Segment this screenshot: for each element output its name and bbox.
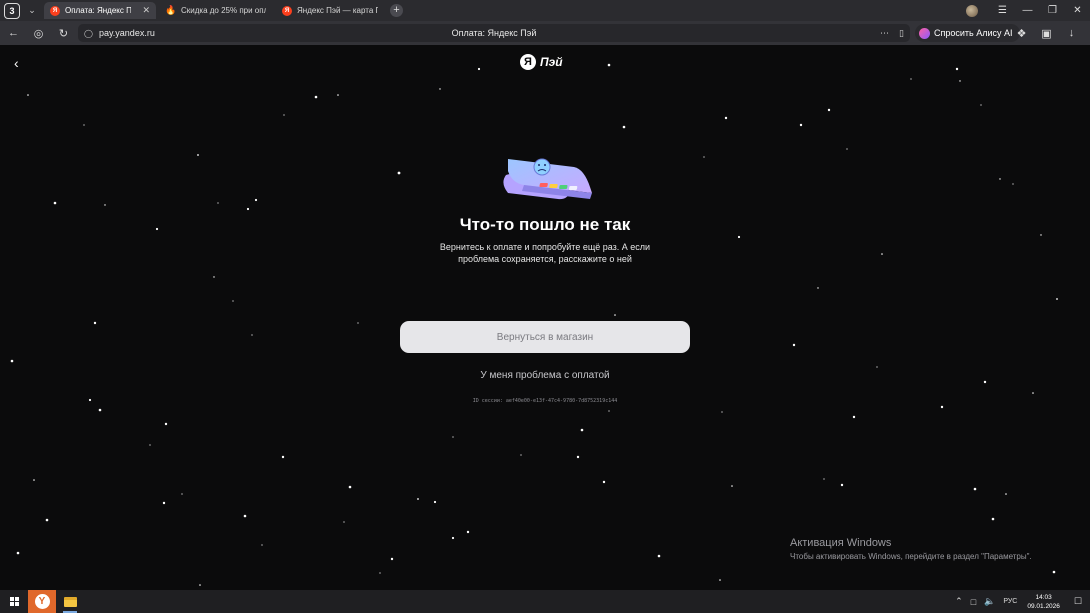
volume-icon[interactable]: 🔈 — [980, 596, 999, 607]
tab-title: Скидка до 25% при оплат — [181, 6, 266, 15]
download-icon[interactable]: ↓ — [1059, 27, 1084, 39]
extensions-icon[interactable]: ❖ — [1009, 27, 1034, 40]
menu-icon[interactable]: ☰ — [990, 5, 1015, 16]
network-icon[interactable]: □ — [967, 597, 980, 607]
bookmark-icon[interactable]: ▯ — [899, 28, 904, 39]
sad-terminal-icon — [503, 158, 592, 200]
more-icon[interactable]: ⋯ — [880, 28, 889, 39]
address-tools: ❖ ▣ ↓ — [1009, 21, 1084, 45]
clock[interactable]: 14:03 09.01.2026 — [1021, 593, 1066, 611]
back-chevron-icon[interactable]: ‹ — [14, 55, 28, 71]
windows-activation-watermark: Активация Windows Чтобы активировать Win… — [790, 537, 1032, 561]
clock-date: 09.01.2026 — [1027, 602, 1060, 610]
back-arrow-icon[interactable]: ← — [1, 27, 26, 39]
lock-icon[interactable]: ◯ — [84, 29, 93, 38]
avatar[interactable] — [966, 4, 978, 17]
taskbar-file-explorer[interactable] — [56, 590, 84, 613]
yandex-icon: Я — [50, 5, 60, 16]
tab-title: Яндекс Пэй — карта Пэй с — [297, 6, 378, 15]
close-icon[interactable]: ✕ — [142, 5, 150, 16]
watermark-title: Активация Windows — [790, 537, 892, 549]
return-to-shop-button[interactable]: Вернуться в магазин — [400, 321, 690, 353]
alice-icon — [919, 27, 930, 39]
tab-title: Оплата: Яндекс Пэй — [65, 6, 132, 15]
chevron-down-icon[interactable]: ⌄ — [24, 3, 40, 19]
address-bar: ← ◎ ↻ ◯ pay.yandex.ru Оплата: Яндекс Пэй… — [0, 21, 1090, 45]
minimize-icon[interactable]: — — [1015, 5, 1040, 16]
notifications-icon[interactable]: ☐ — [1066, 596, 1090, 607]
session-id: ID сессии: aef40e00-e13f-47c4-9780-7d875… — [472, 398, 618, 404]
window-controls: ☰ — ❐ ✕ — [966, 0, 1090, 21]
url-page-title: Оплата: Яндекс Пэй — [451, 28, 537, 38]
url-text[interactable]: pay.yandex.ru — [99, 28, 155, 38]
language-indicator[interactable]: РУС — [999, 598, 1021, 605]
ask-alice-label: Спросить Алису AI — [934, 28, 1013, 38]
yandex-browser-icon: Y — [34, 594, 50, 609]
url-field[interactable]: ◯ pay.yandex.ru Оплата: Яндекс Пэй ⋯ ▯ — [78, 24, 910, 42]
url-actions: ⋯ ▯ — [880, 28, 904, 39]
start-button[interactable] — [0, 590, 28, 613]
flame-icon: 🔥 — [165, 5, 177, 15]
logo-text: Пэй — [540, 55, 563, 69]
taskbar: Y ⌃ □ 🔈 РУС 14:03 09.01.2026 ☐ — [0, 590, 1090, 613]
tab-counter[interactable]: 3 — [4, 2, 20, 19]
reload-icon[interactable]: ↻ — [51, 27, 76, 40]
error-description: Вернитесь к оплате и попробуйте ещё раз.… — [439, 242, 651, 264]
tab-payment[interactable]: Я Оплата: Яндекс Пэй ✕ — [44, 2, 156, 19]
logo-letter: Я — [520, 54, 536, 70]
error-title: Что-то пошло не так — [459, 215, 631, 234]
collections-icon[interactable]: ▣ — [1034, 27, 1059, 40]
taskbar-yandex-browser[interactable]: Y — [28, 590, 56, 613]
starfield-background — [10, 63, 1058, 586]
yandex-pay-logo: Я Пэй — [520, 53, 563, 71]
clock-time: 14:03 — [1035, 593, 1052, 601]
close-window-icon[interactable]: ✕ — [1065, 5, 1090, 16]
chevron-up-icon[interactable]: ⌃ — [951, 596, 967, 607]
tab-discount[interactable]: 🔥 Скидка до 25% при оплат — [160, 2, 272, 19]
protect-icon[interactable]: ◎ — [26, 27, 51, 40]
folder-icon — [63, 596, 77, 607]
page-content: ‹ Я Пэй Что-то пошло не так Вернитесь к … — [0, 45, 1090, 590]
windows-icon — [9, 597, 19, 606]
watermark-subtitle: Чтобы активировать Windows, перейдите в … — [790, 552, 1032, 561]
new-tab-button[interactable]: + — [390, 4, 403, 17]
system-tray: ⌃ □ 🔈 РУС 14:03 09.01.2026 ☐ — [951, 590, 1090, 613]
payment-problem-link[interactable]: У меня проблема с оплатой — [0, 370, 1090, 381]
yandex-icon: Я — [282, 5, 292, 16]
tab-bar: 3 ⌄ Я Оплата: Яндекс Пэй ✕ 🔥 Скидка до 2… — [0, 0, 1090, 21]
ask-alice-button[interactable]: Спросить Алису AI — [915, 24, 1020, 42]
restore-icon[interactable]: ❐ — [1040, 5, 1065, 16]
tab-pay-card[interactable]: Я Яндекс Пэй — карта Пэй с — [276, 2, 384, 19]
